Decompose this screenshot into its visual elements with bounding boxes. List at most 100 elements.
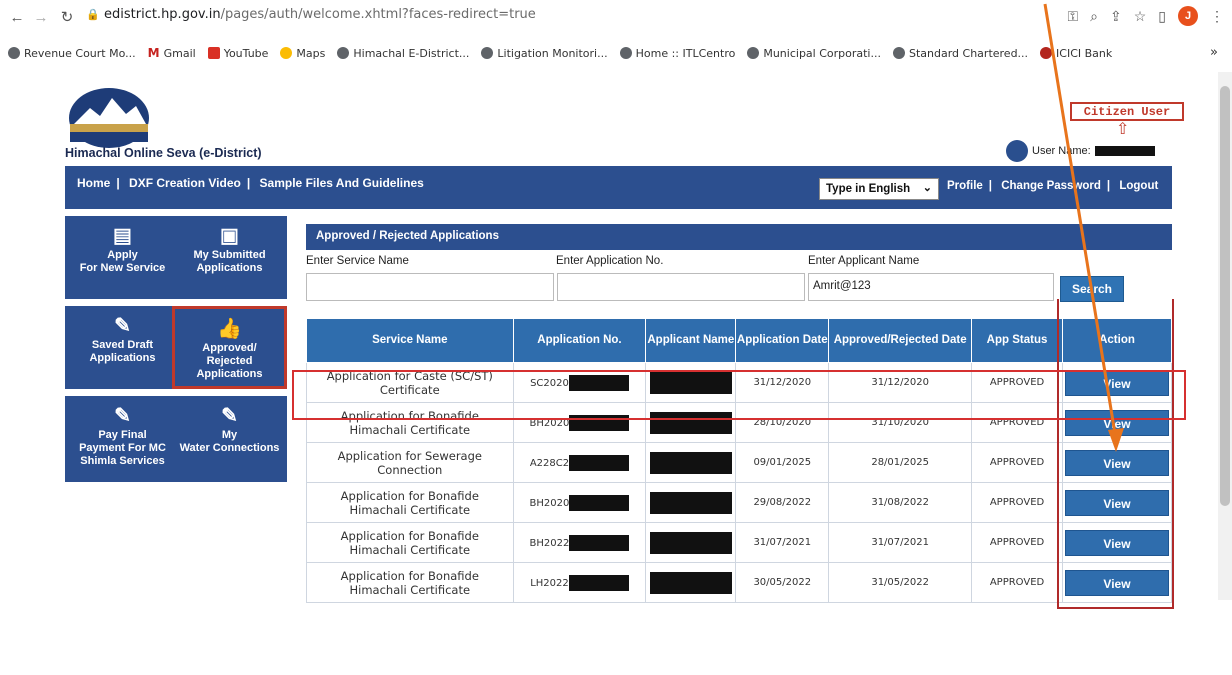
address-bar[interactable]: edistrict.hp.gov.in/pages/auth/welcome.x…: [104, 7, 536, 22]
tile-label: My: [221, 429, 238, 441]
more-bookmarks-icon[interactable]: »: [1210, 45, 1218, 60]
globe-icon: [8, 47, 20, 59]
approved-date-cell: 31/05/2022: [828, 562, 973, 603]
applicant-name-label: Enter Applicant Name: [808, 255, 920, 267]
table-row: Application for Sewerage Connection A228C…: [306, 442, 1173, 483]
tile-label: Applications: [196, 262, 263, 274]
applicant-name-cell: [645, 442, 737, 483]
tile-water-connections[interactable]: ✎ My Water Connections: [172, 396, 287, 482]
service-name-cell: Application for Sewerage Connection: [306, 442, 514, 483]
tile-approved-rejected[interactable]: 👍 Approved/ Rejected Applications: [172, 306, 287, 389]
tile-submitted-applications[interactable]: ▣ My Submitted Applications: [172, 216, 287, 299]
tile-label: Approved/: [202, 342, 257, 354]
key-icon[interactable]: ⚿: [1067, 8, 1078, 25]
application-no-input[interactable]: [557, 273, 805, 301]
approved-date-cell: 28/01/2025: [828, 442, 973, 483]
applicant-name-cell: [645, 522, 737, 563]
bookmark-item[interactable]: YouTube: [207, 47, 268, 60]
redacted-appno: [568, 574, 629, 591]
bookmark-item[interactable]: Revenue Court Mo...: [8, 47, 136, 60]
redacted-appno: [569, 494, 630, 511]
sidepanel-icon[interactable]: ▯: [1158, 8, 1166, 25]
share-icon[interactable]: ⇪: [1110, 8, 1122, 25]
bookmark-item[interactable]: Home :: ITLCentro: [619, 47, 735, 60]
nav-home[interactable]: Home: [77, 176, 110, 190]
application-date-cell: 29/08/2022: [735, 482, 830, 523]
col-applicant-name[interactable]: Applicant Name: [645, 318, 737, 363]
appno-prefix: BH2020: [529, 497, 570, 509]
hp-emblem-logo: [69, 88, 149, 148]
globe-icon: [747, 47, 760, 59]
application-no-cell: BH2022: [512, 522, 647, 563]
table-row: Application for Bonafide Himachali Certif…: [306, 562, 1173, 603]
bookmark-item[interactable]: Litigation Monitori...: [481, 47, 608, 60]
application-date-cell: 30/05/2022: [735, 562, 830, 603]
col-service-name[interactable]: Service Name: [306, 318, 514, 363]
back-icon[interactable]: ←: [6, 6, 28, 28]
tile-label: Water Connections: [179, 442, 280, 454]
applicant-name-input[interactable]: Amrit@123: [808, 273, 1054, 301]
appno-prefix: BH2022: [529, 537, 570, 549]
menu-icon[interactable]: ⋮: [1210, 8, 1224, 25]
nav-logout[interactable]: Logout: [1119, 180, 1158, 192]
nav-separator: |: [116, 176, 120, 190]
tile-saved-drafts[interactable]: ✎ Saved Draft Applications: [65, 306, 180, 389]
bookmark-item[interactable]: Himachal E-District...: [337, 47, 469, 60]
approved-date-cell: 31/07/2021: [828, 522, 973, 563]
panel-title: Approved / Rejected Applications: [306, 224, 1172, 250]
service-name-label: Enter Service Name: [306, 255, 409, 267]
col-app-status[interactable]: App Status: [971, 318, 1063, 363]
bookmark-item[interactable]: Municipal Corporati...: [747, 47, 881, 60]
service-name-input[interactable]: [306, 273, 554, 301]
col-application-date[interactable]: Application Date: [735, 318, 830, 363]
status-cell: APPROVED: [971, 562, 1063, 603]
redacted-name: [649, 571, 732, 594]
bookmark-label: ICICI Bank: [1056, 46, 1113, 60]
redacted-name: [649, 531, 732, 554]
col-application-no[interactable]: Application No.: [512, 318, 647, 363]
bookmark-label: Maps: [296, 46, 326, 60]
lock-icon: 🔒: [86, 9, 100, 21]
reload-icon[interactable]: ↻: [56, 6, 78, 28]
bookmark-item[interactable]: ICICI Bank: [1040, 47, 1112, 60]
application-no-label: Enter Application No.: [556, 255, 664, 267]
globe-icon: [337, 47, 350, 59]
bookmark-label: Gmail: [163, 46, 196, 60]
tile-apply-new-service[interactable]: ▤ Apply For New Service: [65, 216, 180, 299]
nav-dxf-video[interactable]: DXF Creation Video: [129, 176, 241, 190]
service-line: Application for Bonafide: [340, 488, 479, 503]
nav-separator: |: [988, 180, 993, 192]
status-cell: APPROVED: [971, 522, 1063, 563]
status-cell: APPROVED: [971, 482, 1063, 523]
citizen-user-callout: Citizen User: [1070, 102, 1184, 121]
zoom-icon[interactable]: ⌕: [1090, 8, 1098, 25]
status-cell: APPROVED: [971, 442, 1063, 483]
bookmark-label: Himachal E-District...: [353, 46, 470, 60]
bookmark-item[interactable]: Standard Chartered...: [892, 47, 1028, 60]
service-line: Himachali Certificate: [349, 542, 471, 557]
redacted-name: [649, 451, 732, 474]
edit-icon: ✎: [114, 315, 131, 337]
tile-label: Saved Draft: [91, 339, 154, 351]
bookmark-item[interactable]: M Gmail: [148, 46, 196, 60]
tile-pay-final-payment[interactable]: ✎ Pay Final Payment For MC Shimla Servic…: [65, 396, 180, 482]
forward-icon[interactable]: →: [30, 6, 52, 28]
form-icon: ▤: [113, 225, 132, 247]
nav-change-password[interactable]: Change Password: [1001, 180, 1101, 192]
url-path: /pages/auth/welcome.xhtml?faces-redirect…: [220, 7, 536, 22]
profile-avatar[interactable]: J: [1178, 6, 1198, 26]
bookmark-item[interactable]: Maps: [280, 47, 325, 60]
nav-profile[interactable]: Profile: [947, 180, 983, 192]
language-select[interactable]: Type in English ⌄: [819, 178, 939, 200]
globe-icon: [619, 47, 632, 59]
nav-sample-files[interactable]: Sample Files And Guidelines: [260, 176, 424, 190]
sewerage-row-highlight: [292, 370, 1186, 420]
results-table: Service Name Application No. Applicant N…: [306, 318, 1173, 603]
bookmark-label: Municipal Corporati...: [763, 46, 881, 60]
service-line: Himachali Certificate: [349, 582, 471, 597]
redacted-name: [649, 491, 732, 514]
col-approved-date[interactable]: Approved/Rejected Date: [828, 318, 973, 363]
star-icon[interactable]: ☆: [1134, 8, 1147, 25]
document-icon: ▣: [220, 225, 239, 247]
appno-prefix: LH2022: [530, 577, 569, 589]
